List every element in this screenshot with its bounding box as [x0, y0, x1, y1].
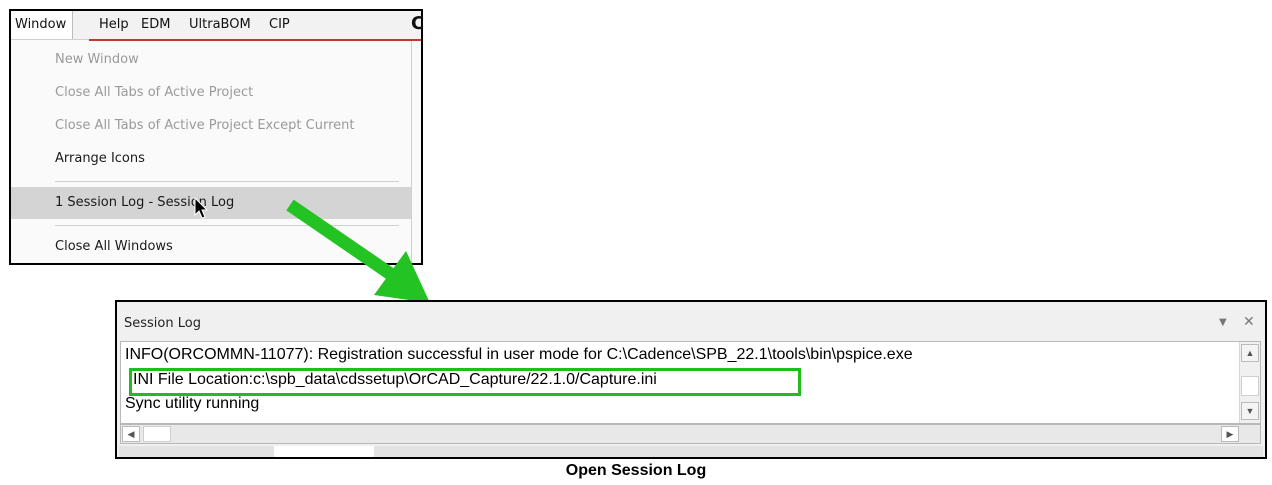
horizontal-scrollbar[interactable]: ◀ ▶ — [120, 424, 1261, 444]
menu-bar: Window Help EDM UltraBOM CIP C — [11, 11, 425, 41]
chevron-down-icon[interactable]: ▼ — [1219, 317, 1227, 328]
green-arrow-icon — [286, 199, 430, 303]
menu-edm[interactable]: EDM — [141, 17, 170, 32]
scroll-left-icon[interactable]: ◀ — [122, 426, 140, 442]
horizontal-scroll-thumb[interactable] — [143, 426, 171, 442]
scroll-right-icon[interactable]: ▶ — [1221, 426, 1239, 442]
log-line: INFO(ORCOMMN-11077): Registration succes… — [125, 346, 913, 363]
log-line: Sync utility running — [125, 395, 260, 412]
menu-item-close-all-tabs-except-current[interactable]: Close All Tabs of Active Project Except … — [11, 110, 411, 142]
menu-ultrabom[interactable]: UltraBOM — [189, 17, 251, 32]
scroll-up-icon[interactable]: ▲ — [1241, 344, 1259, 362]
menu-help[interactable]: Help — [99, 17, 129, 32]
menu-window[interactable]: Window — [11, 11, 74, 39]
session-log-text-area[interactable]: INFO(ORCOMMN-11077): Registration succes… — [120, 341, 1261, 424]
mouse-cursor-icon — [194, 197, 209, 219]
menu-item-arrange-icons[interactable]: Arrange Icons — [11, 143, 411, 175]
vertical-scroll-thumb[interactable] — [1241, 376, 1259, 396]
menu-truncated-glyph: C — [411, 13, 425, 34]
vertical-scrollbar[interactable]: ▲ ▼ — [1239, 342, 1260, 423]
figure-caption: Open Session Log — [565, 462, 707, 479]
highlight-box — [129, 368, 801, 396]
menu-cip[interactable]: CIP — [269, 17, 290, 32]
menu-separator — [55, 181, 399, 182]
session-log-title: Session Log — [124, 316, 201, 331]
menu-item-new-window[interactable]: New Window — [11, 44, 411, 76]
session-log-header: Session Log ▼ ✕ — [117, 302, 1265, 340]
menu-item-close-all-tabs[interactable]: Close All Tabs of Active Project — [11, 77, 411, 109]
session-log-window: Session Log ▼ ✕ INFO(ORCOMMN-11077): Reg… — [115, 300, 1267, 459]
scroll-down-icon[interactable]: ▼ — [1241, 402, 1259, 420]
close-icon[interactable]: ✕ — [1243, 314, 1255, 330]
bottom-tab — [274, 446, 374, 457]
